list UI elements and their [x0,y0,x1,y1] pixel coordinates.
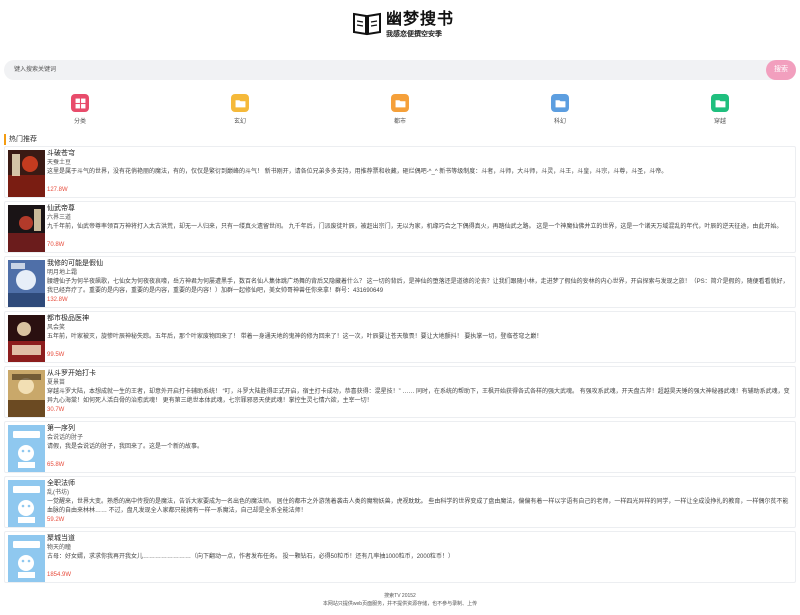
book-item[interactable]: 都市极品医神 风会笑 五年前，叶家被灭，旋惨叶辰神秘失踪。五年后，那个叶家废物回… [4,311,796,363]
book-title[interactable]: 从斗罗开始打卡 [47,369,792,379]
book-description: 这里是属于斗气的世界，没有花俏艳丽的魔法，有的，仅仅是繁衍到巅峰的斗气！ 新书刚… [47,169,668,175]
section-title: 热门推荐 [4,134,37,145]
book-cover[interactable] [8,315,45,362]
book-title[interactable]: 第一序列 [47,424,792,434]
book-cover[interactable] [8,370,45,417]
book-title[interactable]: 都市极品医神 [47,314,792,324]
category-label: 科幻 [553,119,566,125]
category-item-kehuan[interactable]: 科幻 [540,94,580,125]
search-button[interactable]: 搜索 [766,60,796,80]
book-title[interactable]: 全职法师 [47,479,792,489]
book-item[interactable]: 斗破苍穹 天蚕土豆 这里是属于斗气的世界，没有花俏艳丽的魔法，有的，仅仅是繁衍到… [4,146,796,198]
book-description: 一觉醒来，世界大变。熟悉的高中传授的是魔法，告诉大家要成为一名出色的魔法师。 居… [47,499,789,514]
category-label: 都市 [393,119,406,125]
category-item-fenlei[interactable]: 分类 [60,94,100,125]
book-description: 请假，我是会说话的肘子，我回来了。这是一个新的故事。 [47,444,204,450]
book-item[interactable]: 从斗罗开始打卡 夏景苗 穿越斗罗大陆，本想成就一生的王者，却意外开启打卡辅助系统… [4,366,796,418]
book-item[interactable]: 第一序列 会说话的肘子 请假，我是会说话的肘子，我回来了。这是一个新的故事。 6… [4,421,796,473]
folder-icon [711,94,729,112]
category-item-xuanhuan[interactable]: 玄幻 [220,94,260,125]
book-title[interactable]: 仙武帝尊 [47,204,792,214]
book-author: 六界三道 [47,215,72,221]
book-item[interactable]: 全职法师 乱(书坊) 一觉醒来，世界大变。熟悉的高中传授的是魔法，告诉大家要成为… [4,476,796,528]
footer-copyright: 搜索TV 20152 [384,593,416,599]
book-author: 明月地上霜 [47,270,78,276]
book-description: 五年前，叶家被灭，旋惨叶辰神秘失踪。五年后，那个叶家废物回来了！ 带着一身通天地… [47,334,543,340]
category-item-dushi[interactable]: 都市 [380,94,420,125]
site-logo[interactable]: 幽梦搜书 我感恋便撰空安季 [352,10,454,39]
book-description: 九千年前，仙武帝尊率领百万神将打入太古洪荒，却无一人归来，只有一缕真火遗留世间。… [47,224,783,230]
logo-text: 幽梦搜书 我感恋便撰空安季 [386,10,454,39]
book-cover-placeholder[interactable] [8,425,45,472]
grid-icon [71,94,89,112]
site-title: 幽梦搜书 [386,9,455,28]
book-description: 古母：好女婿，求求你我再开我女儿……………………（向下翻动一点，作者发布任务。 … [47,554,455,560]
footer-disclaimer: 本网站只提供web页面服务，并不提供资源存储，也不参与录制、上传 [322,601,478,607]
category-label: 玄幻 [233,119,246,125]
header: 幽梦搜书 我感恋便撰空安季 [0,0,800,52]
book-read-count: 65.8W [47,462,65,468]
book-list: 斗破苍穹 天蚕土豆 这里是属于斗气的世界，没有花俏艳丽的魔法，有的，仅仅是繁衍到… [4,146,796,586]
book-title[interactable]: 聚城当道 [47,534,792,544]
book-author: 物天的瞳 [47,545,72,551]
category-label: 分类 [73,119,86,125]
category-label: 穿越 [713,119,726,125]
book-item[interactable]: 我修的可能是假仙 明月地上霜 腰缠仙子为何半夜飙歌，七仙女为何夜夜哀嚎，岳方神君… [4,256,796,308]
book-cover[interactable] [8,205,45,252]
folder-icon [391,94,409,112]
category-nav: 分类 玄幻 都市 科幻 穿越 [0,94,800,125]
book-read-count: 30.7W [47,407,65,413]
book-read-count: 132.8W [47,297,68,303]
category-item-chuanyue[interactable]: 穿越 [700,94,740,125]
search-bar: 搜索 [4,60,796,80]
book-cover-placeholder[interactable] [8,480,45,527]
book-title[interactable]: 斗破苍穹 [47,149,792,159]
book-item[interactable]: 聚城当道 物天的瞳 古母：好女婿，求求你我再开我女儿……………………（向下翻动一… [4,531,796,583]
search-input[interactable] [8,60,748,80]
book-author: 乱(书坊) [47,490,69,496]
book-item[interactable]: 仙武帝尊 六界三道 九千年前，仙武帝尊率领百万神将打入太古洪荒，却无一人归来，只… [4,201,796,253]
site-subtitle: 我感恋便撰空安季 [386,31,442,38]
book-description: 腰缠仙子为何半夜飙歌，七仙女为何夜夜哀嚎，岳方神君为何屡遭黑手，数百名仙人集体跳… [47,279,789,294]
book-author: 会说话的肘子 [47,435,84,441]
book-read-count: 70.8W [47,242,65,248]
book-cover[interactable] [8,150,45,197]
book-title[interactable]: 我修的可能是假仙 [47,259,792,269]
folder-icon [551,94,569,112]
book-read-count: 59.2W [47,517,65,523]
footer: 搜索TV 20152 本网站只提供web页面服务，并不提供资源存储，也不参与录制… [0,592,800,608]
book-read-count: 99.5W [47,352,65,358]
book-read-count: 1854.9W [47,572,72,578]
book-author: 夏景苗 [47,380,66,386]
folder-icon [231,94,249,112]
book-logo-icon [353,12,381,36]
book-author: 天蚕土豆 [47,160,72,166]
book-cover[interactable] [8,260,45,307]
book-cover-placeholder[interactable] [8,535,45,582]
book-read-count: 127.8W [47,187,68,193]
book-author: 风会笑 [47,325,66,331]
book-description: 穿越斗罗大陆，本想成就一生的王者，却意外开启打卡辅助系统！ “叮，斗罗大陆胜得正… [47,389,790,404]
